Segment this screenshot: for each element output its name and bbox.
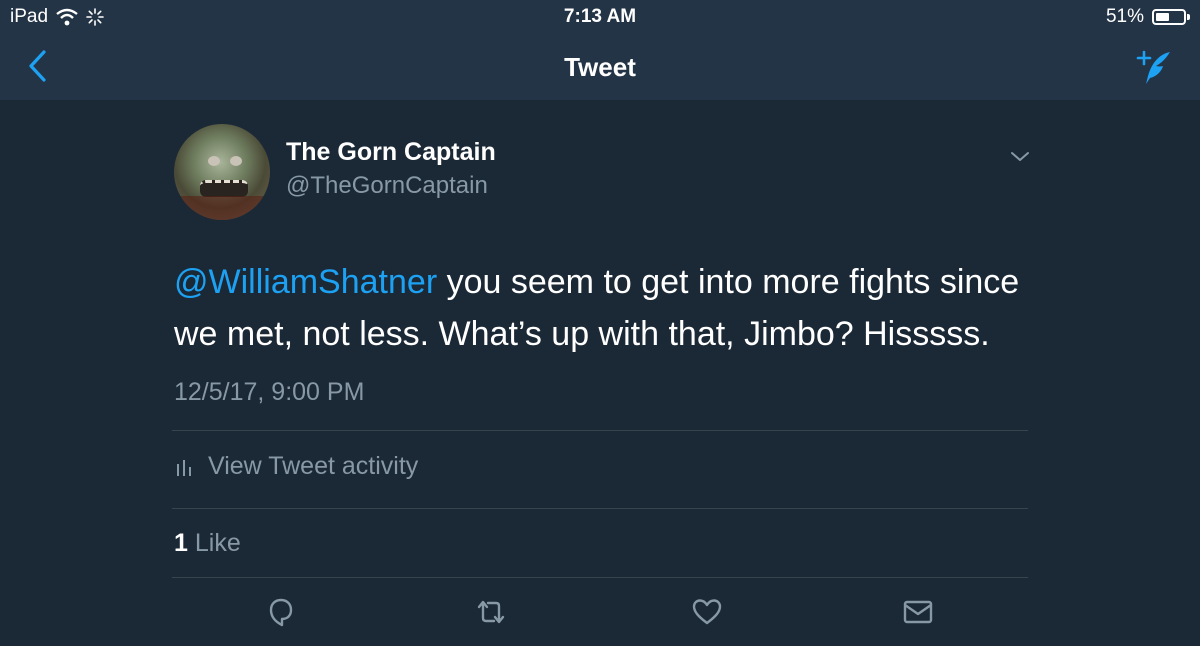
likes-count[interactable]: 1 Like xyxy=(174,529,241,558)
chevron-left-icon xyxy=(29,50,46,82)
like-count: 1 xyxy=(174,529,188,557)
activity-label: View Tweet activity xyxy=(208,452,419,480)
direct-message-button[interactable] xyxy=(900,594,936,630)
reply-button[interactable] xyxy=(263,594,299,630)
compose-tweet-icon xyxy=(1136,50,1170,84)
author-name[interactable]: The Gorn Captain xyxy=(286,138,496,167)
battery-level xyxy=(1156,13,1170,21)
view-tweet-activity-link[interactable]: View Tweet activity xyxy=(174,452,418,481)
battery-percent: 51% xyxy=(1105,6,1144,27)
mention-link[interactable]: @WilliamShatner xyxy=(174,263,437,301)
back-button[interactable] xyxy=(20,46,60,86)
direct-message-icon xyxy=(903,600,933,624)
like-button[interactable] xyxy=(689,594,725,630)
like-label: Like xyxy=(194,529,241,557)
tweet-text: @WilliamShatner you seem to get into mor… xyxy=(174,256,1030,360)
clock: 7:13 AM xyxy=(563,6,637,27)
compose-tweet-button[interactable] xyxy=(1132,44,1178,90)
retweet-icon xyxy=(477,600,505,624)
status-bar: iPad 7:13 AM 51% xyxy=(0,0,1200,34)
activity-spinner-icon xyxy=(86,8,104,26)
device-label: iPad xyxy=(10,6,49,27)
author-handle[interactable]: @TheGornCaptain xyxy=(286,172,488,200)
chevron-down-icon xyxy=(1011,152,1029,161)
battery-icon xyxy=(1152,9,1190,25)
divider xyxy=(172,577,1028,578)
retweet-button[interactable] xyxy=(473,594,509,630)
top-bar: iPad 7:13 AM 51% Tweet xyxy=(0,0,1200,100)
bar-chart-icon xyxy=(177,459,191,476)
navigation-bar: Tweet xyxy=(0,34,1200,100)
tweet-timestamp: 12/5/17, 9:00 PM xyxy=(174,378,365,406)
avatar[interactable] xyxy=(174,124,270,220)
divider xyxy=(172,508,1028,509)
reply-icon xyxy=(269,598,293,627)
divider xyxy=(172,430,1028,431)
tweet-options-button[interactable] xyxy=(1008,144,1032,168)
action-bar xyxy=(0,594,1200,634)
page-title: Tweet xyxy=(564,52,636,82)
wifi-icon xyxy=(56,8,78,26)
like-icon xyxy=(692,599,722,625)
